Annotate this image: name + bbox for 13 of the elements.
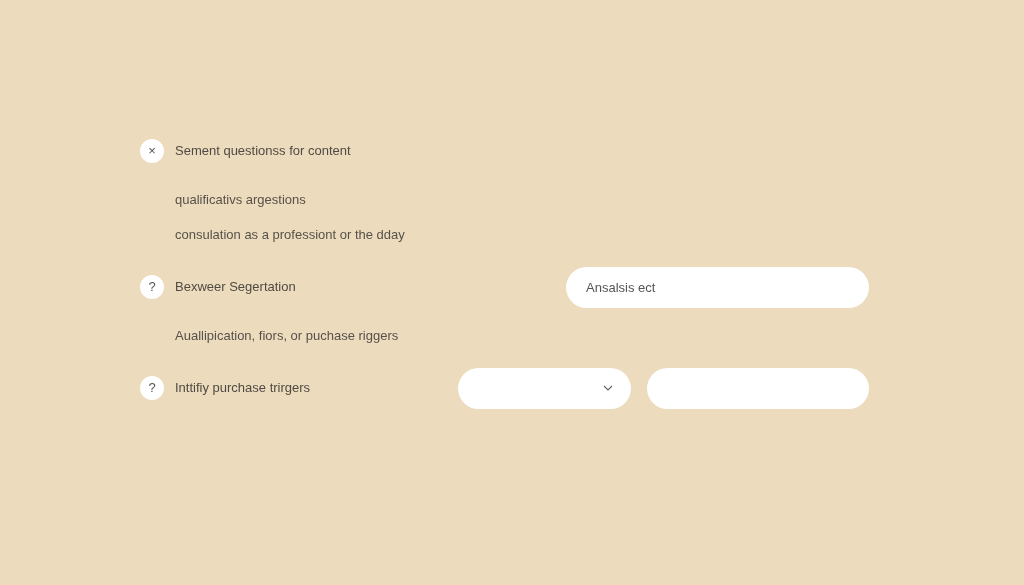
description-text: qualificativs argestions xyxy=(175,192,306,207)
question-label: Sement questionss for content xyxy=(175,142,351,161)
text-field[interactable]: Ansalsis ect xyxy=(566,266,869,308)
question-label: Bexweer Segertation xyxy=(175,278,296,297)
help-button[interactable]: ? xyxy=(140,376,164,400)
dropdown-field[interactable] xyxy=(458,367,631,409)
description-text: Auallipication, fiors, or puchase riggers xyxy=(175,328,399,343)
text-field[interactable] xyxy=(647,367,869,409)
help-button[interactable]: ? xyxy=(140,275,164,299)
question-label: Inttifiy purchase trirgers xyxy=(175,379,311,398)
chevron-down-icon xyxy=(603,385,613,391)
description-text: consulation as a professiont or the dday xyxy=(175,227,405,242)
help-button[interactable]: × xyxy=(140,139,164,163)
